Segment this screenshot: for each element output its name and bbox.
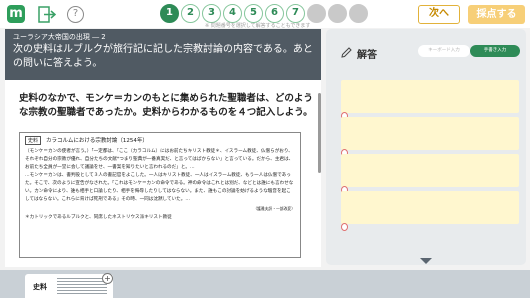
source-paragraph: （モンケ＝カンの使者が言う。）「一定都は、『ここ（カラコルム）にはお前たちキリス… bbox=[25, 149, 294, 170]
question-number-5[interactable]: 5 bbox=[244, 4, 263, 23]
answer-input-slot[interactable] bbox=[341, 117, 519, 157]
question-number-6[interactable]: 6 bbox=[265, 4, 284, 23]
document-tab[interactable]: 史料 bbox=[25, 274, 113, 298]
next-button[interactable]: 次へ bbox=[418, 5, 460, 24]
question-number-7[interactable]: 7 bbox=[286, 4, 305, 23]
question-number-1[interactable]: 1 bbox=[160, 4, 179, 23]
answer-status-icon bbox=[341, 223, 348, 231]
answer-panel: 解答 キーボード入力 手書き入力 bbox=[326, 29, 526, 265]
question-text: 次の史料はルブルクが旅行記に記した宗教討論の内容である。あとの問いに答えよう。 bbox=[13, 44, 313, 69]
scroll-down-arrow-icon[interactable] bbox=[420, 258, 432, 264]
source-title: カラコルムにおける宗教討論（1254年） bbox=[46, 138, 148, 144]
source-footnote: ＊カトリックであるルブルクと、同席したネストリウス派キリスト教徒 bbox=[25, 215, 172, 220]
top-toolbar: m ? 1234567 ※ 問題番号を選択して解答することもできます 次へ 採点… bbox=[0, 0, 530, 29]
question-number-locked-8 bbox=[307, 4, 326, 23]
zoom-in-icon[interactable]: + bbox=[102, 273, 113, 284]
document-thumbnail[interactable] bbox=[57, 278, 107, 295]
question-number-3[interactable]: 3 bbox=[202, 4, 221, 23]
question-number-2[interactable]: 2 bbox=[181, 4, 200, 23]
question-number-4[interactable]: 4 bbox=[223, 4, 242, 23]
sub-question: 史料のなかで、モンケ＝カンのもとに集められた聖職者は、どのような宗教の聖職者であ… bbox=[19, 93, 313, 118]
keyboard-input-toggle[interactable]: キーボード入力 bbox=[418, 45, 470, 57]
answer-input-slot[interactable] bbox=[341, 80, 519, 120]
question-nav-note: ※ 問題番号を選択して解答することもできます bbox=[205, 23, 311, 29]
question-header: ユーラシア大帝国の出現 ― 2 次の史料はルブルクが旅行記に記した宗教討論の内容… bbox=[5, 29, 321, 80]
source-heading: 史料 カラコルムにおける宗教討論（1254年） bbox=[25, 136, 295, 145]
source-label: 史料 bbox=[25, 136, 42, 145]
question-content-panel[interactable]: 史料のなかで、モンケ＝カンのもとに集められた聖職者は、どのような宗教の聖職者であ… bbox=[5, 80, 321, 267]
answer-input-slot[interactable] bbox=[341, 191, 519, 231]
answer-title: 解答 bbox=[357, 50, 377, 61]
question-number-nav: 1234567 bbox=[160, 4, 368, 24]
source-paragraph: …モンケ＝カンは、書判役として３人の書記官をよこした。一人はキリスト教徒、一人は… bbox=[25, 173, 294, 202]
question-number-locked-9 bbox=[328, 4, 347, 23]
source-body: （モンケ＝カンの使者が言う。）「一定都は、『ここ（カラコルム）にはお前たちキリス… bbox=[25, 148, 295, 222]
source-document: 史料 カラコルムにおける宗教討論（1254年） （モンケ＝カンの使者が言う。）「一… bbox=[19, 132, 301, 258]
help-icon[interactable]: ? bbox=[67, 6, 84, 23]
answer-input-slot[interactable] bbox=[341, 154, 519, 194]
material-tray: 史料 bbox=[0, 270, 530, 298]
handwriting-input-toggle[interactable]: 手書き入力 bbox=[470, 45, 520, 57]
content-scrollbar[interactable] bbox=[318, 93, 321, 173]
question-number-locked-10 bbox=[349, 4, 368, 23]
exit-icon[interactable] bbox=[38, 6, 56, 23]
app-logo: m bbox=[7, 5, 25, 23]
grade-button[interactable]: 採点する bbox=[468, 5, 525, 24]
answer-slots bbox=[341, 80, 519, 231]
source-citation: （護雅夫訳・一部改変） bbox=[253, 206, 295, 211]
document-tab-label: 史料 bbox=[33, 283, 47, 291]
unit-title: ユーラシア大帝国の出現 ― 2 bbox=[13, 33, 106, 41]
pencil-icon bbox=[341, 47, 352, 58]
